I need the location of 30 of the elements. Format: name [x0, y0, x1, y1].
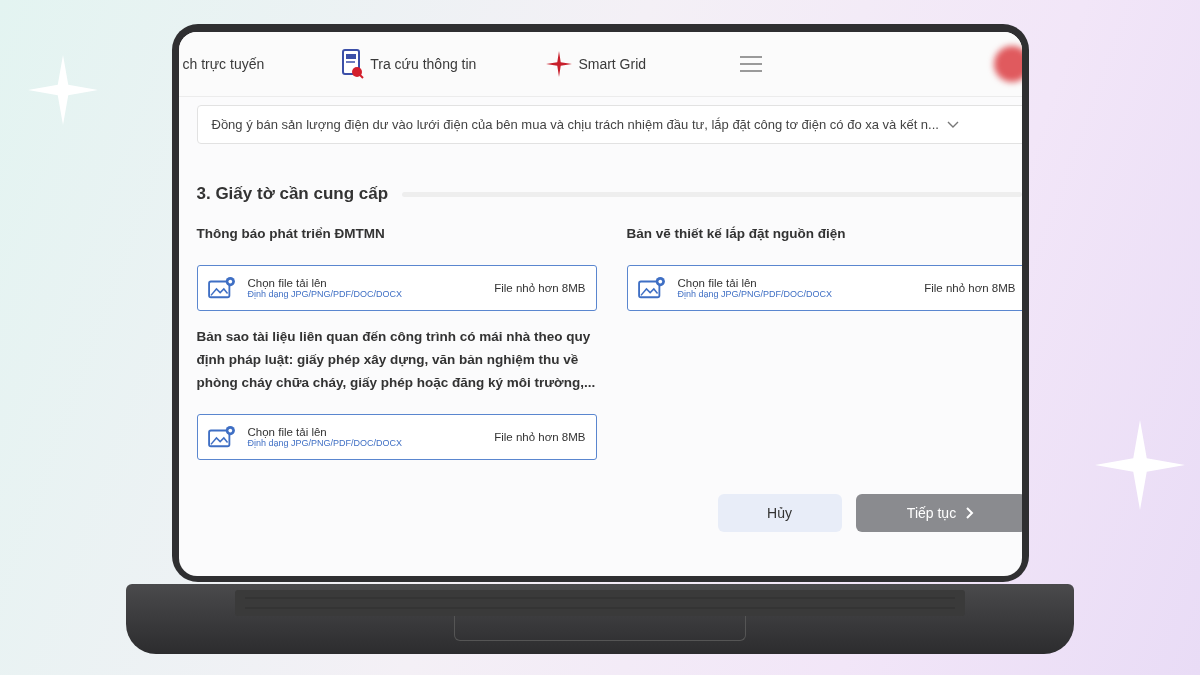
nav-link[interactable]: ch trực tuyến — [182, 56, 265, 72]
chevron-right-icon — [966, 507, 975, 519]
upload-title: Chọn file tải lên — [677, 277, 758, 289]
chevron-down-icon — [946, 120, 959, 129]
file-upload[interactable]: Chọn file tải lên Định dạng JPG/PNG/PDF/DOC/DOCX File nhỏ hơn 8MB — [196, 414, 597, 460]
upload-hint: Định dạng JPG/PNG/PDF/DOC/DOCX — [677, 289, 834, 299]
file-size-limit: File nhỏ hơn 8MB — [924, 282, 1016, 294]
file-size-limit: File nhỏ hơn 8MB — [494, 282, 586, 294]
sparkle-icon — [28, 55, 98, 125]
file-upload[interactable]: Chọn file tải lên Định dạng JPG/PNG/PDF/DOC/DOCX File nhỏ hơn 8MB — [196, 265, 597, 311]
upload-hint: Định dạng JPG/PNG/PDF/DOC/DOCX — [247, 438, 404, 448]
image-upload-icon — [637, 276, 666, 300]
upload-title: Chọn file tải lên — [247, 277, 328, 289]
field-label: Thông báo phát triển ĐMTMN — [196, 225, 386, 243]
menu-icon[interactable] — [740, 55, 763, 73]
section-title: 3. Giấy tờ cần cung cấp — [196, 184, 389, 204]
image-upload-icon — [207, 425, 236, 449]
image-upload-icon — [207, 276, 236, 300]
avatar[interactable] — [993, 46, 1022, 82]
sparkle-icon — [1095, 420, 1185, 510]
upload-hint: Định dạng JPG/PNG/PDF/DOC/DOCX — [247, 289, 404, 299]
file-size-limit: File nhỏ hơn 8MB — [494, 431, 586, 443]
field-label: Bản sao tài liệu liên quan đến công trình có mái nhà theo quy định pháp luật: giấy phép xây dựng, văn bản nghiệm thu về phòng cháy chữa cháy, giấy phép hoặc đăng ký môi trường,... — [196, 328, 597, 392]
file-upload[interactable]: Chọn file tải lên Định dạng JPG/PNG/PDF/DOC/DOCX File nhỏ hơn 8MB — [626, 265, 1022, 311]
nav-link[interactable]: Tra cứu thông tin — [342, 49, 477, 79]
nav-link[interactable]: Smart Grid — [546, 51, 647, 77]
cancel-button[interactable]: Hủy — [717, 494, 842, 532]
field-label: Bản vẽ thiết kế lắp đặt nguồn điện — [626, 225, 847, 243]
upload-title: Chọn file tải lên — [247, 426, 328, 438]
agreement-select[interactable]: Đồng ý bán sản lượng điện dư vào lưới điện của bên mua và chịu trách nhiệm đầu tư, lắp đặt công tơ điện có đo xa và kết n... — [196, 105, 1022, 144]
